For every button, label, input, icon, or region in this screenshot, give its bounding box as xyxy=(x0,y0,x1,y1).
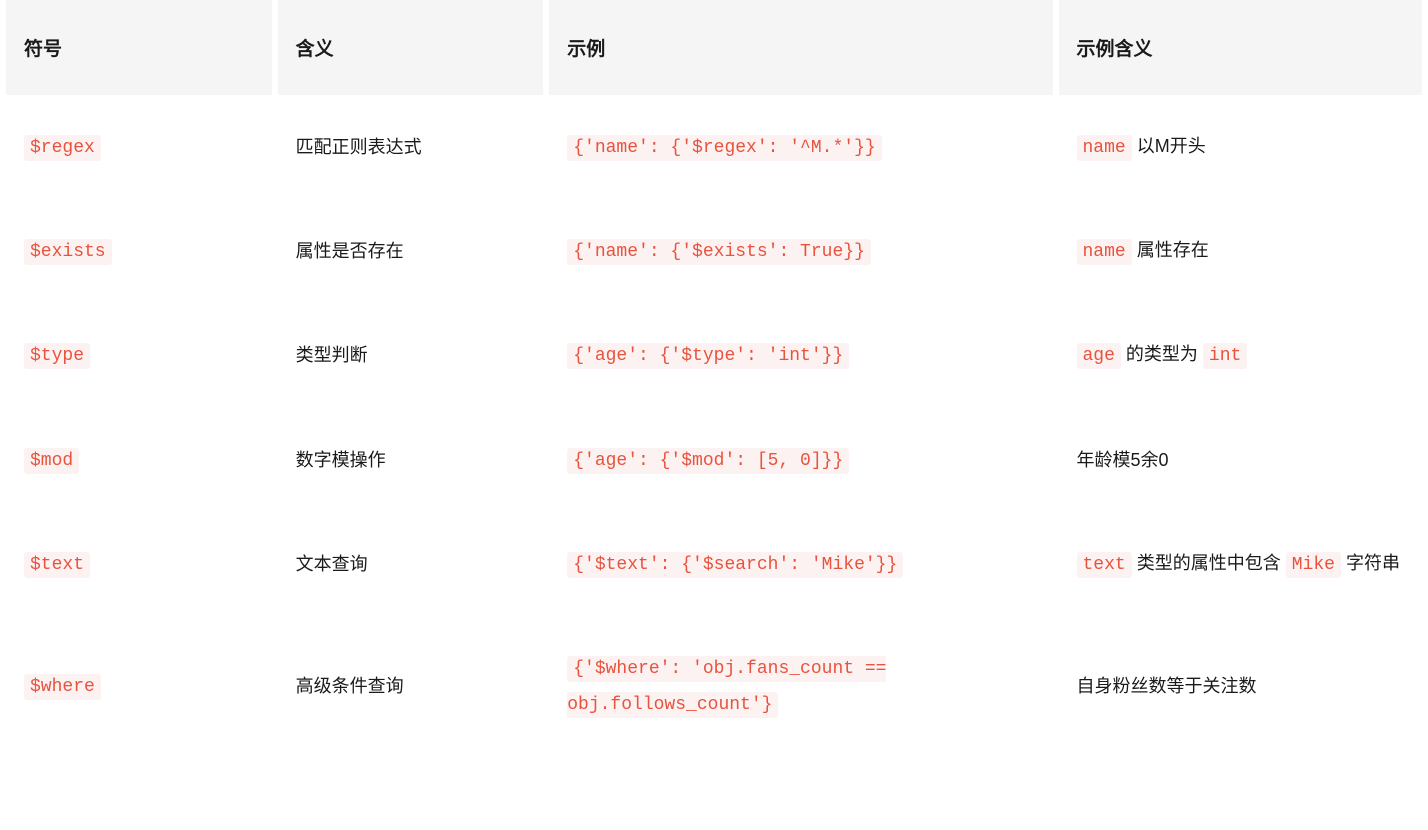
desc-text: 的类型为 xyxy=(1121,344,1203,364)
desc-code: Mike xyxy=(1286,552,1341,578)
symbol-code: $exists xyxy=(24,239,112,265)
cell-meaning: 数字模操作 xyxy=(278,408,544,512)
cell-example: {'name': {'$regex': '^M.*'}} xyxy=(549,95,1052,199)
desc-code: name xyxy=(1077,239,1132,265)
cell-meaning: 文本查询 xyxy=(278,512,544,616)
cell-symbol: $exists xyxy=(6,199,272,303)
example-code: {'$where': 'obj.fans_count == obj.follow… xyxy=(567,656,886,718)
desc-text: 以M开头 xyxy=(1132,136,1206,156)
cell-example-meaning: 年龄模5余0 xyxy=(1059,408,1423,512)
example-code: {'age': {'$mod': [5, 0]}} xyxy=(567,448,849,474)
cell-meaning: 高级条件查询 xyxy=(278,616,544,756)
cell-meaning: 类型判断 xyxy=(278,303,544,407)
cell-example-meaning: name 属性存在 xyxy=(1059,199,1423,303)
symbol-code: $type xyxy=(24,343,90,369)
cell-example: {'age': {'$mod': [5, 0]}} xyxy=(549,408,1052,512)
cell-symbol: $regex xyxy=(6,95,272,199)
desc-text: 字符串 xyxy=(1341,553,1400,573)
cell-meaning: 属性是否存在 xyxy=(278,199,544,303)
example-code: {'name': {'$regex': '^M.*'}} xyxy=(567,135,881,161)
desc-text: 类型的属性中包含 xyxy=(1132,553,1286,573)
operators-table: 符号 含义 示例 示例含义 $regex 匹配正则表达式 {'name': {'$r… xyxy=(0,0,1428,756)
example-code: {'age': {'$type': 'int'}} xyxy=(567,343,849,369)
symbol-code: $mod xyxy=(24,448,79,474)
cell-example: {'$text': {'$search': 'Mike'}} xyxy=(549,512,1052,616)
desc-code: int xyxy=(1203,343,1247,369)
desc-text: 属性存在 xyxy=(1132,240,1209,260)
table-row: $type 类型判断 {'age': {'$type': 'int'}} age 的类… xyxy=(6,303,1422,407)
desc-text: 年龄模5余0 xyxy=(1077,450,1169,470)
cell-example: {'age': {'$type': 'int'}} xyxy=(549,303,1052,407)
header-example-meaning: 示例含义 xyxy=(1059,0,1423,95)
symbol-code: $regex xyxy=(24,135,101,161)
symbol-code: $text xyxy=(24,552,90,578)
cell-meaning: 匹配正则表达式 xyxy=(278,95,544,199)
table-row: $text 文本查询 {'$text': {'$search': 'Mike'}} t… xyxy=(6,512,1422,616)
cell-example: {'$where': 'obj.fans_count == obj.follow… xyxy=(549,616,1052,756)
symbol-code: $where xyxy=(24,674,101,700)
cell-example: {'name': {'$exists': True}} xyxy=(549,199,1052,303)
desc-text: 自身粉丝数等于关注数 xyxy=(1077,676,1257,696)
header-meaning: 含义 xyxy=(278,0,544,95)
cell-symbol: $mod xyxy=(6,408,272,512)
table-header-row: 符号 含义 示例 示例含义 xyxy=(6,0,1422,95)
table-row: $where 高级条件查询 {'$where': 'obj.fans_count =… xyxy=(6,616,1422,756)
cell-example-meaning: 自身粉丝数等于关注数 xyxy=(1059,616,1423,756)
header-symbol: 符号 xyxy=(6,0,272,95)
cell-example-meaning: age 的类型为 int xyxy=(1059,303,1423,407)
header-example: 示例 xyxy=(549,0,1052,95)
cell-example-meaning: name 以M开头 xyxy=(1059,95,1423,199)
table-row: $mod 数字模操作 {'age': {'$mod': [5, 0]}} 年龄模5余0 xyxy=(6,408,1422,512)
desc-code: name xyxy=(1077,135,1132,161)
cell-symbol: $where xyxy=(6,616,272,756)
table-row: $exists 属性是否存在 {'name': {'$exists': True}}… xyxy=(6,199,1422,303)
desc-code: text xyxy=(1077,552,1132,578)
desc-code: age xyxy=(1077,343,1121,369)
table-row: $regex 匹配正则表达式 {'name': {'$regex': '^M.*'}… xyxy=(6,95,1422,199)
example-code: {'$text': {'$search': 'Mike'}} xyxy=(567,552,903,578)
example-code: {'name': {'$exists': True}} xyxy=(567,239,871,265)
cell-symbol: $text xyxy=(6,512,272,616)
cell-example-meaning: text 类型的属性中包含 Mike 字符串 xyxy=(1059,512,1423,616)
cell-symbol: $type xyxy=(6,303,272,407)
